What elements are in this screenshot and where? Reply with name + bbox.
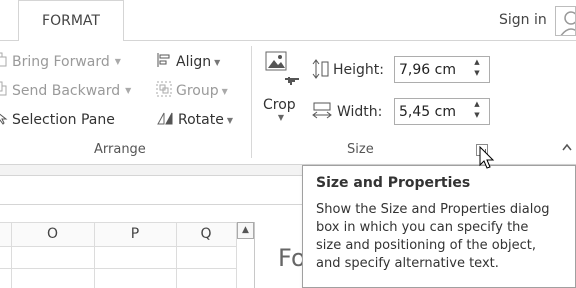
chevron-down-icon: ▼ xyxy=(221,86,228,96)
arrange-group-label: Arrange xyxy=(94,142,146,157)
group-icon xyxy=(156,81,172,101)
shape-height-icon xyxy=(312,59,330,83)
tab-format[interactable]: FORMAT xyxy=(18,0,124,41)
rotate-label: Rotate xyxy=(178,112,224,128)
height-label: Height: xyxy=(333,62,384,78)
align-label: Align xyxy=(176,54,212,70)
tooltip-line: and specify alternative text. xyxy=(316,256,499,271)
selection-pane-label: Selection Pane xyxy=(12,111,115,128)
align-icon xyxy=(156,52,172,72)
bring-forward-icon xyxy=(0,52,8,71)
tooltip-title: Size and Properties xyxy=(316,175,471,191)
selection-pane-button[interactable]: Selection Pane xyxy=(0,110,115,129)
scrollbar-edge xyxy=(254,222,255,288)
mouse-pointer-icon xyxy=(479,145,495,174)
chevron-down-icon: ▼ xyxy=(277,113,285,122)
width-label: Width: xyxy=(337,104,383,120)
scroll-up-button[interactable]: ▲ xyxy=(237,222,254,239)
bring-forward-label: Bring Forward xyxy=(12,53,110,70)
size-group-label: Size xyxy=(347,142,374,157)
group-button[interactable]: Group ▼ xyxy=(156,81,228,101)
chevron-down-icon: ▼ xyxy=(226,115,233,125)
formula-bar-bottom xyxy=(0,204,310,205)
account-avatar[interactable] xyxy=(555,6,576,36)
grid-line xyxy=(0,246,236,247)
tooltip-line: Show the Size and Properties dialog xyxy=(316,202,550,217)
group-label: Group xyxy=(176,83,219,99)
send-backward-label: Send Backward xyxy=(12,82,121,99)
size-properties-tooltip: Size and Properties Show the Size and Pr… xyxy=(302,165,576,288)
tooltip-line: box in which you can specify the xyxy=(316,220,529,235)
chevron-down-icon: ▼ xyxy=(114,57,121,66)
selection-pane-icon xyxy=(0,110,8,129)
column-header-p[interactable]: P xyxy=(94,223,176,246)
column-header-o[interactable]: O xyxy=(11,223,94,246)
user-icon xyxy=(560,11,575,35)
sign-in-link[interactable]: Sign in xyxy=(499,12,547,28)
crop-button[interactable]: Crop ▼ xyxy=(263,51,303,131)
column-header-q[interactable]: Q xyxy=(176,223,236,246)
group-divider xyxy=(251,46,252,158)
grid-line xyxy=(0,268,236,269)
crop-label: Crop xyxy=(263,97,296,113)
send-backward-icon xyxy=(0,81,8,100)
formula-bar-top xyxy=(0,175,310,176)
tooltip-line: size and positioning of the object, xyxy=(316,238,536,253)
bring-forward-button[interactable]: Bring Forward ▼ xyxy=(0,52,121,71)
collapse-ribbon-icon[interactable] xyxy=(562,140,572,154)
rotate-button[interactable]: Rotate ▼ xyxy=(156,110,233,130)
chevron-down-icon: ▼ xyxy=(214,57,221,67)
send-backward-button[interactable]: Send Backward ▼ xyxy=(0,81,131,100)
align-button[interactable]: Align ▼ xyxy=(156,52,220,72)
rotate-icon xyxy=(156,110,174,130)
shape-width-icon xyxy=(312,101,332,125)
crop-icon xyxy=(265,51,299,85)
tooltip-description: Show the Size and Properties dialog box … xyxy=(316,201,565,273)
chevron-down-icon: ▼ xyxy=(125,86,132,95)
width-spinner[interactable]: ▲ ▼ xyxy=(470,99,484,124)
height-spinner[interactable]: ▲ ▼ xyxy=(470,57,484,82)
